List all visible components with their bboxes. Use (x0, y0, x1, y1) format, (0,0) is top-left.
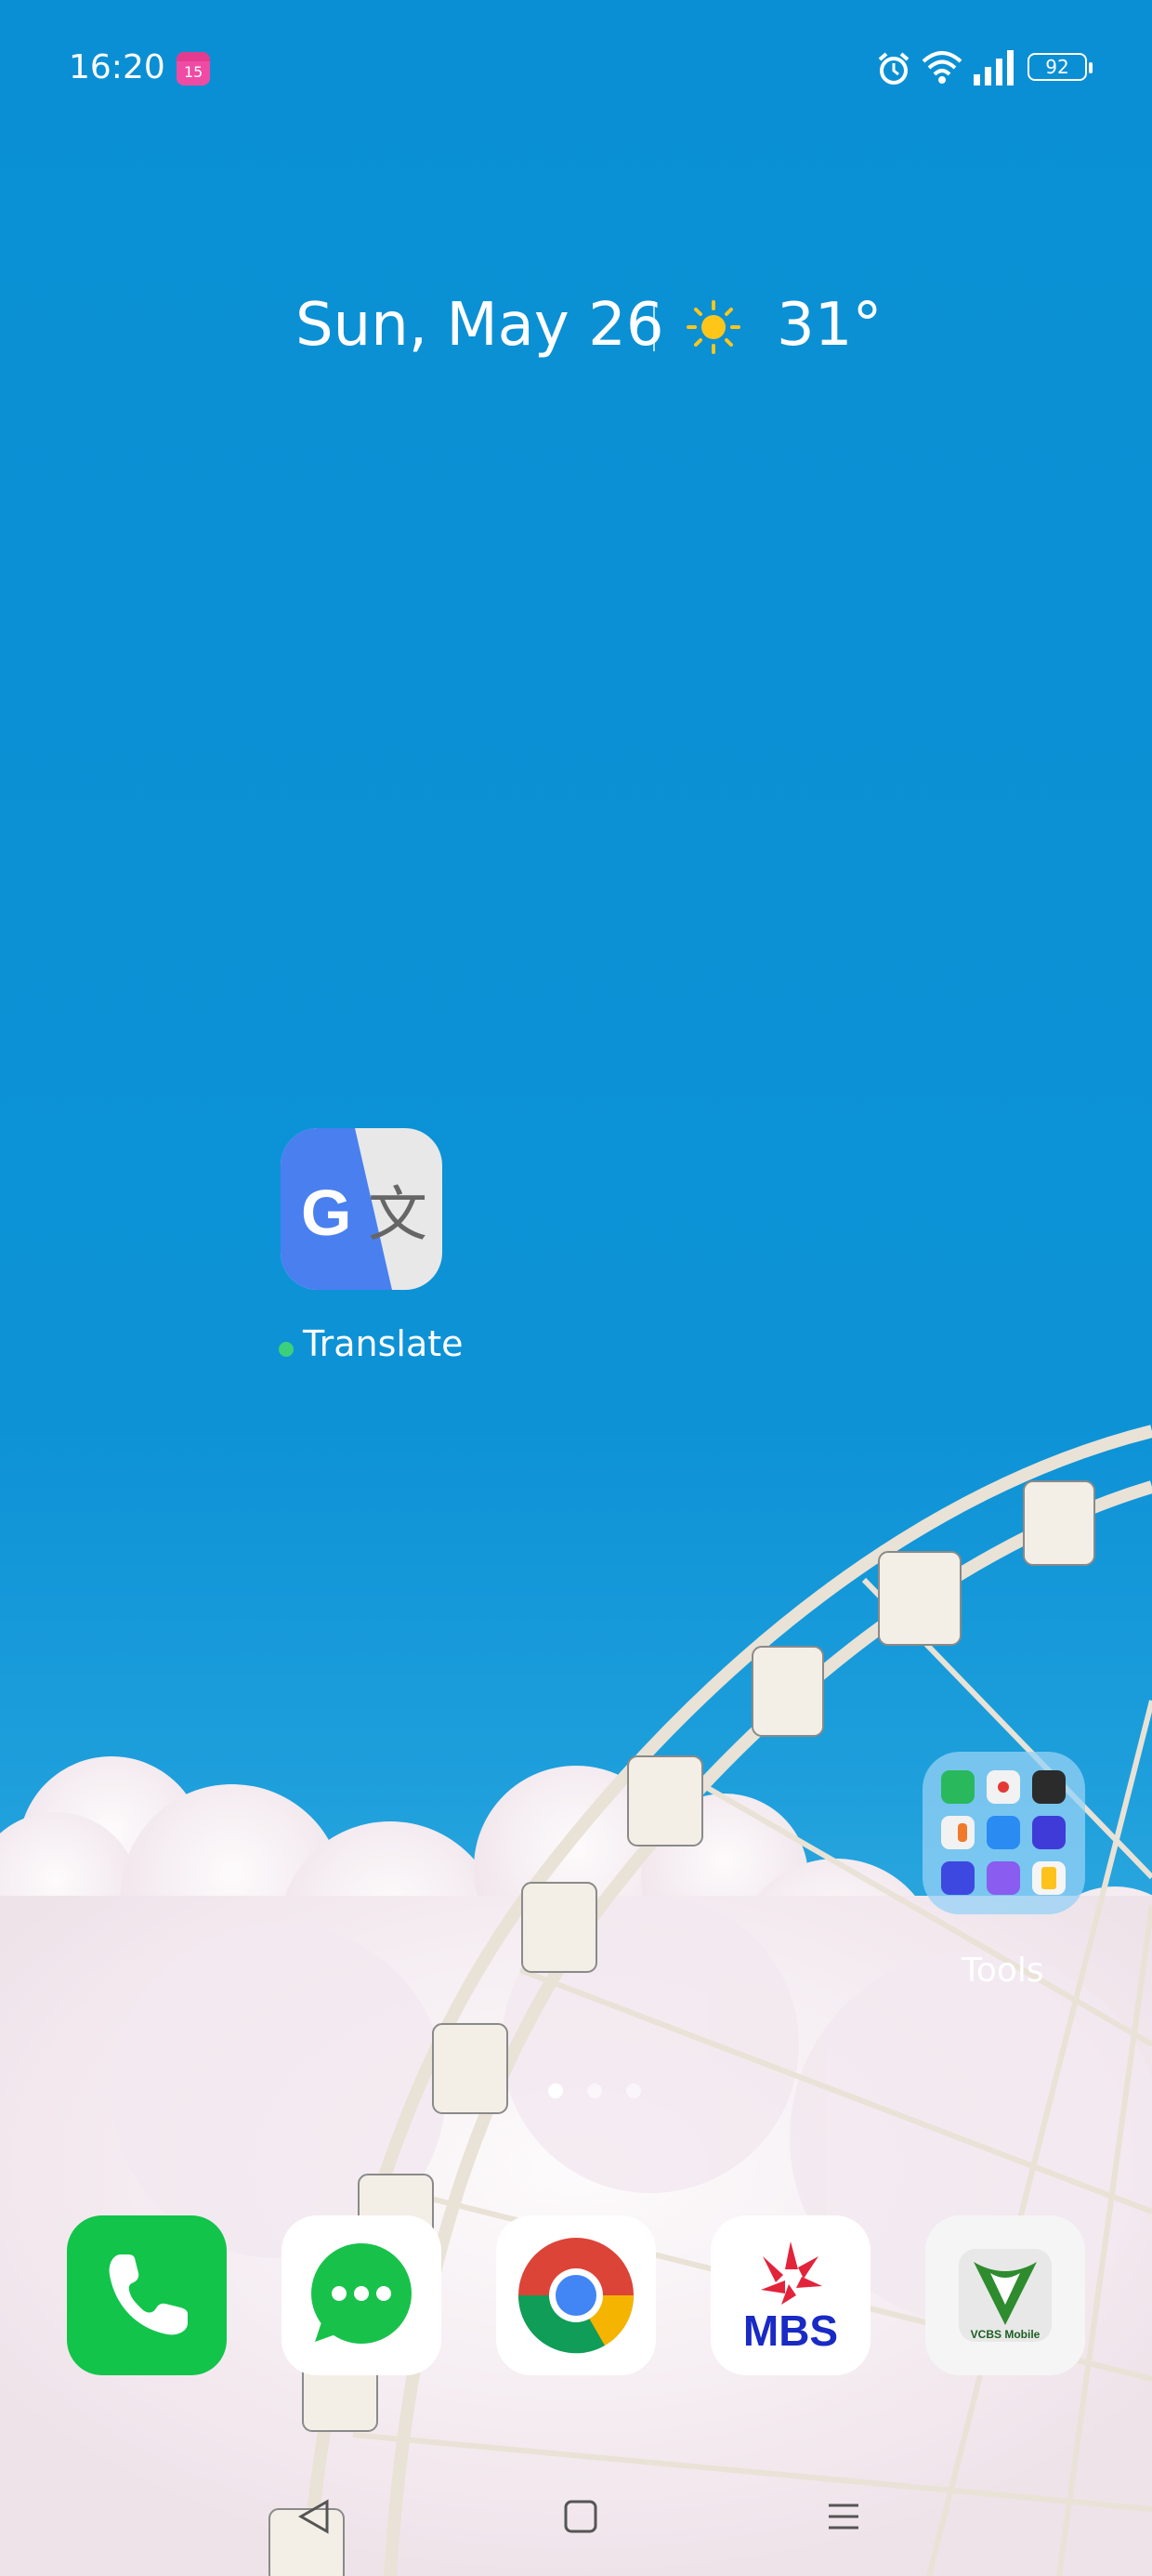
page-indicator-2[interactable] (587, 2083, 602, 2098)
google-translate-icon: G 文 (281, 1128, 442, 1290)
store-icon (987, 1861, 1020, 1895)
calendar-notification-icon (177, 52, 210, 85)
clone-phone-icon (987, 1816, 1020, 1849)
tool-icon (941, 1816, 975, 1849)
wifi-icon (922, 51, 962, 84)
date-weather-widget[interactable]: Sun, May 26 31° (295, 288, 882, 362)
menu-icon[interactable] (825, 2498, 862, 2535)
messages-icon (311, 2243, 412, 2344)
sunny-icon (687, 300, 740, 354)
divider (653, 301, 655, 351)
chrome-app[interactable] (496, 2215, 656, 2375)
wallpaper (0, 1425, 1152, 2576)
wifi-tool-icon (941, 1861, 975, 1895)
page-indicator-3[interactable] (626, 2083, 641, 2098)
tools-folder[interactable] (923, 1752, 1085, 1914)
google-translate-app[interactable]: G 文 (281, 1128, 442, 1290)
status-bar: 16:20 92 (0, 0, 1152, 139)
notes-icon (1032, 1861, 1066, 1895)
chrome-icon (517, 2238, 635, 2354)
mbs-logo-text: MBS (743, 2307, 838, 2355)
svg-text:文: 文 (368, 1181, 427, 1250)
recorder-icon (987, 1770, 1020, 1804)
battery-indicator: 92 (1028, 53, 1093, 81)
contacts-icon (941, 1770, 975, 1804)
alarm-icon (878, 52, 910, 85)
status-time: 16:20 (69, 48, 165, 86)
page-indicator-1[interactable] (548, 2083, 563, 2098)
date-text: Sun, May 26 (295, 291, 664, 360)
back-icon[interactable] (295, 2498, 333, 2535)
zalo-icon (1032, 1816, 1066, 1849)
vcbs-logo-text: VCBS Mobile (971, 2328, 1041, 2341)
folder-label: Tools (962, 1952, 1044, 1990)
temperature-text: 31° (777, 291, 883, 360)
compass-icon (1032, 1770, 1066, 1804)
home-icon[interactable] (563, 2498, 598, 2535)
phone-app[interactable] (67, 2215, 227, 2375)
mbs-app[interactable]: MBS (711, 2215, 871, 2375)
svg-text:G: G (301, 1176, 351, 1249)
app-label-translate: Translate (303, 1323, 464, 1364)
messages-app[interactable] (281, 2215, 441, 2375)
vcbs-mobile-icon: VCBS Mobile (959, 2249, 1052, 2342)
vcbs-mobile-app[interactable]: VCBS Mobile (925, 2215, 1085, 2375)
mbs-icon: MBS (743, 2241, 838, 2355)
phone-icon (109, 2254, 188, 2335)
cellular-signal-icon (974, 50, 1014, 85)
new-app-dot (279, 1342, 294, 1357)
